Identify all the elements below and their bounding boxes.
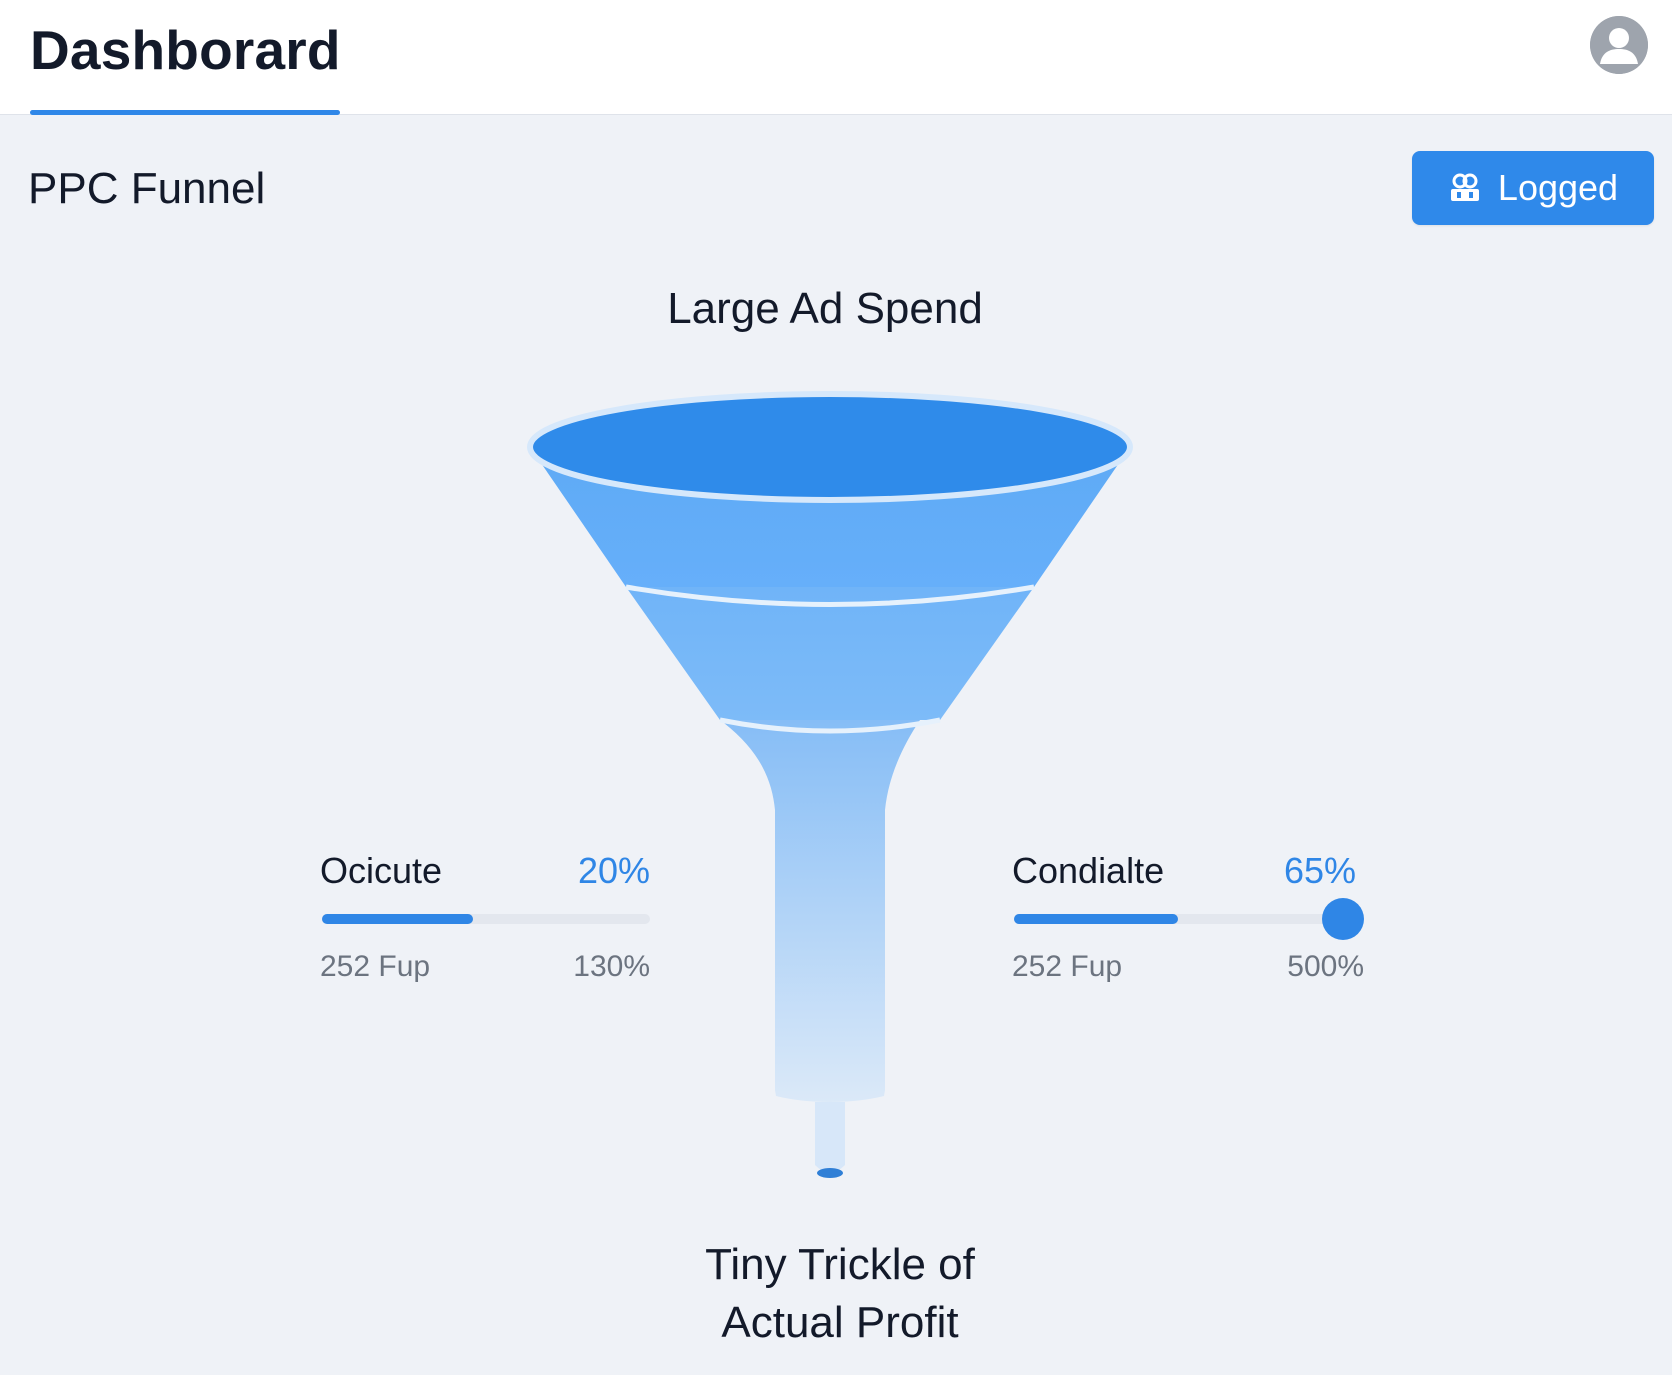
metric-sub-left: 252 Fup xyxy=(320,950,431,983)
metric-card-ocicute: Ocicute 20% 252 Fup 130% xyxy=(320,850,650,990)
funnel-bottom-label: Tiny Trickle of Actual Profit xyxy=(640,1236,1040,1352)
metric-sub-right: 500% xyxy=(1287,950,1364,983)
metric-name: Ocicute xyxy=(320,850,443,891)
funnel-rim xyxy=(527,391,1133,503)
users-icon xyxy=(1448,173,1482,203)
logged-button-label: Logged xyxy=(1497,167,1619,208)
funnel-bottom-label-line2: Actual Profit xyxy=(721,1298,959,1347)
active-tab-indicator xyxy=(30,110,340,115)
metric-sub-right: 130% xyxy=(573,950,650,983)
metric-name: Condialte xyxy=(1012,850,1165,891)
funnel-drop xyxy=(817,1168,843,1178)
metric-progress-fill xyxy=(322,914,473,924)
metric-slider-track[interactable] xyxy=(1014,898,1364,940)
page-title: Dashborard xyxy=(30,19,341,81)
funnel-drip xyxy=(815,1102,845,1173)
metric-percent: 65% xyxy=(1283,850,1356,891)
user-avatar-icon[interactable] xyxy=(1590,16,1648,74)
funnel-top-label: Large Ad Spend xyxy=(667,284,983,333)
funnel-bottom-label-line1: Tiny Trickle of xyxy=(705,1240,975,1289)
funnel-stem xyxy=(720,720,920,1102)
top-header: Dashborard xyxy=(0,0,1672,115)
metric-percent: 20% xyxy=(577,850,650,891)
metric-card-condialte: Condialte 65% 252 Fup 500% xyxy=(1012,850,1364,990)
funnel-graphic xyxy=(527,391,1133,1178)
metric-progress-fill xyxy=(1014,914,1178,924)
metric-progress-track xyxy=(322,914,650,924)
slider-knob[interactable] xyxy=(1322,898,1364,940)
section-title: PPC Funnel xyxy=(28,164,266,213)
metric-sub-left: 252 Fup xyxy=(1012,950,1123,983)
dashboard-page: Dashborard PPC Funnel Logged Large Ad Sp… xyxy=(0,0,1672,1375)
logged-button[interactable]: Logged xyxy=(1412,151,1654,225)
